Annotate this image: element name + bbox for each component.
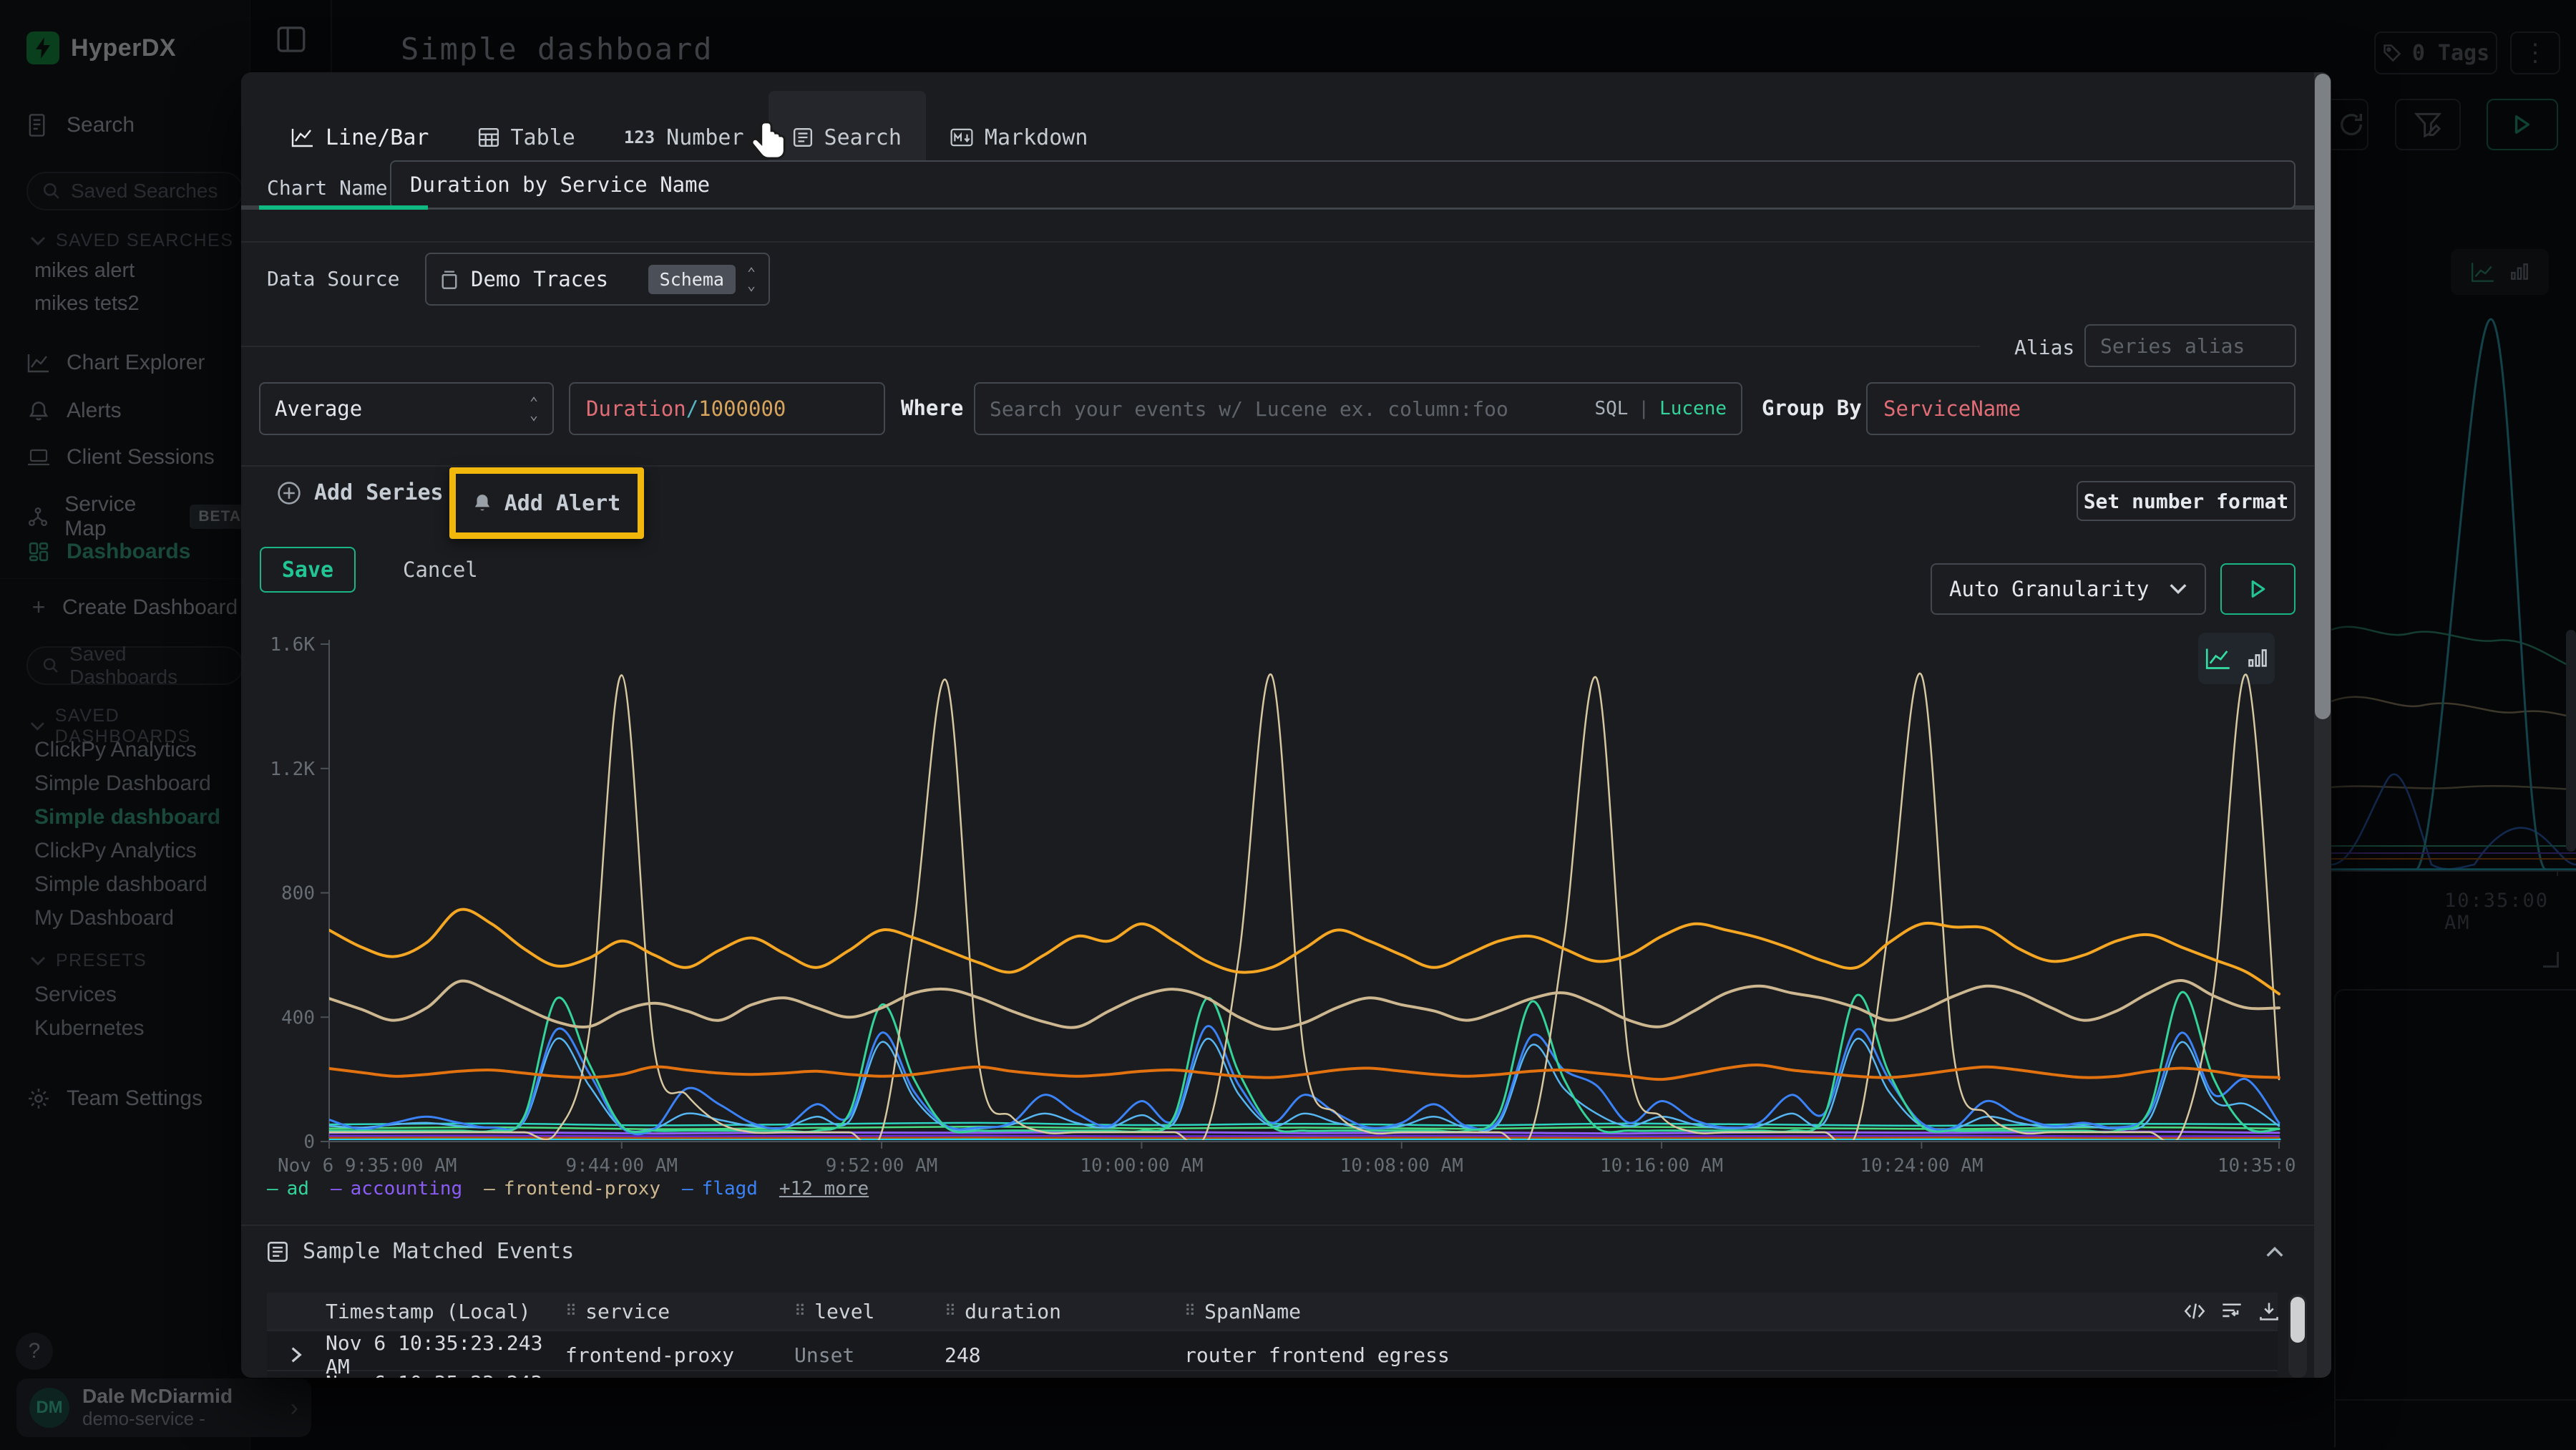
chevron-up-icon xyxy=(2265,1246,2284,1257)
column-header[interactable]: Timestamp (Local) xyxy=(326,1300,531,1323)
svg-text:800: 800 xyxy=(281,883,315,905)
legend-swatch: — xyxy=(267,1178,278,1200)
legend-more-button[interactable]: +12 more xyxy=(779,1178,869,1200)
legend-item[interactable]: —ad xyxy=(267,1178,309,1200)
events-table-rows: Nov 6 10:35:23.243 AMfrontend-proxyUnset… xyxy=(267,1330,2278,1378)
svg-text:10:16:00 AM: 10:16:00 AM xyxy=(1600,1155,1723,1177)
save-button[interactable]: Save xyxy=(260,547,356,593)
alias-divider xyxy=(241,346,1980,347)
legend-item[interactable]: —accounting xyxy=(331,1178,462,1200)
svg-text:10:35:00 AM: 10:35:00 AM xyxy=(2218,1155,2297,1177)
expand-row-icon[interactable] xyxy=(290,1346,303,1363)
legend-item[interactable]: —flagd xyxy=(682,1178,758,1200)
event-row[interactable]: Nov 6 10:35:23.243 AMfrontend-proxyUnset… xyxy=(267,1330,2278,1370)
schema-badge: Schema xyxy=(648,265,736,294)
database-icon xyxy=(439,268,459,290)
alias-label: Alias xyxy=(2014,336,2074,359)
svg-text:10:24:00 AM: 10:24:00 AM xyxy=(1860,1155,1983,1177)
svg-text:1.2K: 1.2K xyxy=(272,759,315,780)
cancel-button[interactable]: Cancel xyxy=(403,558,478,582)
column-header[interactable]: SpanName xyxy=(1204,1300,1301,1323)
event-row[interactable]: Nov 6 10:35:23.243 AMfrontend-proxyUnset… xyxy=(267,1370,2278,1378)
section-divider xyxy=(241,241,2331,243)
lucene-mode-button[interactable]: Lucene xyxy=(1659,398,1727,419)
list-icon xyxy=(267,1241,288,1262)
legend-item[interactable]: —frontend-proxy xyxy=(484,1178,660,1200)
events-table: Timestamp (Local) ⠿ service ⠿ level ⠿ duration… xyxy=(267,1293,2278,1378)
run-chart-button[interactable] xyxy=(2220,563,2296,615)
series-alias-input[interactable]: Series alias xyxy=(2084,324,2296,367)
edit-chart-modal: Line/Bar Table 123 Number Search Markdow… xyxy=(241,72,2331,1378)
svg-text:1.6K: 1.6K xyxy=(272,634,315,656)
circle-plus-icon xyxy=(277,481,301,505)
legend-swatch: — xyxy=(682,1178,693,1200)
chart-name-label: Chart Name xyxy=(267,176,388,200)
group-by-label: Group By xyxy=(1762,396,1862,420)
mouse-cursor xyxy=(750,120,791,165)
table-icon xyxy=(478,127,499,147)
where-label: Where xyxy=(901,396,963,420)
wrap-text-icon[interactable] xyxy=(2221,1300,2243,1322)
svg-text:10:00:00 AM: 10:00:00 AM xyxy=(1080,1155,1203,1177)
chart-legend: —ad —accounting —frontend-proxy —flagd +12 m… xyxy=(267,1178,869,1200)
svg-text:9:44:00 AM: 9:44:00 AM xyxy=(565,1155,678,1177)
column-header[interactable]: level xyxy=(814,1300,874,1323)
events-toolbar xyxy=(2184,1300,2280,1322)
aggregation-select[interactable]: Average ⌃⌄ xyxy=(259,382,554,435)
column-header[interactable]: duration xyxy=(965,1300,1061,1323)
chevron-down-icon xyxy=(2169,583,2187,595)
sample-events-header: Sample Matched Events xyxy=(267,1239,574,1264)
events-table-header: Timestamp (Local) ⠿ service ⠿ level ⠿ duration… xyxy=(267,1293,2278,1330)
svg-text:0: 0 xyxy=(303,1132,315,1153)
search-list-icon xyxy=(793,127,813,147)
column-drag-handle[interactable]: ⠿ xyxy=(1184,1303,1196,1320)
svg-text:400: 400 xyxy=(281,1007,315,1028)
chart-name-input[interactable]: Duration by Service Name xyxy=(390,160,2296,209)
column-drag-handle[interactable]: ⠿ xyxy=(565,1303,577,1320)
select-chevrons-icon: ⌃⌄ xyxy=(530,396,538,421)
column-drag-handle[interactable]: ⠿ xyxy=(794,1303,806,1320)
legend-swatch: — xyxy=(331,1178,342,1200)
markdown-icon xyxy=(950,128,973,147)
add-series-button[interactable]: Add Series xyxy=(277,480,444,505)
formula-text: Duration/1000000 xyxy=(586,396,786,421)
events-scrollbar-thumb[interactable] xyxy=(2290,1297,2305,1343)
group-by-value: ServiceName xyxy=(1883,396,2021,421)
data-source-select[interactable]: Demo Traces Schema ⌃⌄ xyxy=(425,253,770,306)
where-search-input[interactable]: Search your events w/ Lucene ex. column:… xyxy=(974,382,1742,435)
select-chevrons-icon: ⌃⌄ xyxy=(747,267,756,291)
code-icon[interactable] xyxy=(2184,1300,2205,1322)
svg-text:10:08:00 AM: 10:08:00 AM xyxy=(1340,1155,1463,1177)
group-by-input[interactable]: ServiceName xyxy=(1866,382,2296,435)
active-tab-indicator xyxy=(259,205,428,210)
play-icon xyxy=(2250,580,2267,598)
granularity-select[interactable]: Auto Granularity xyxy=(1931,563,2206,615)
timeseries-chart[interactable]: 0 400 800 1.2K 1.6K Nov 6 9:35:00 AM 9:44:00 A… xyxy=(272,634,2297,1185)
section-divider xyxy=(241,465,2331,467)
data-source-label: Data Source xyxy=(267,267,399,291)
collapse-events-button[interactable] xyxy=(2265,1246,2284,1257)
bell-icon xyxy=(473,493,492,513)
add-alert-button[interactable]: Add Alert xyxy=(473,491,621,516)
number-123-icon: 123 xyxy=(624,127,655,147)
add-alert-highlight: Add Alert xyxy=(449,467,644,539)
modal-scrollbar-thumb[interactable] xyxy=(2315,74,2331,719)
svg-text:Nov 6 9:35:00 AM: Nov 6 9:35:00 AM xyxy=(278,1155,457,1177)
legend-swatch: — xyxy=(484,1178,495,1200)
set-number-format-button[interactable]: Set number format xyxy=(2077,481,2296,521)
column-drag-handle[interactable]: ⠿ xyxy=(945,1303,956,1320)
field-formula-input[interactable]: Duration/1000000 xyxy=(569,382,885,435)
hyperdx-app: HyperDX Search Saved Searches SAVED SEAR… xyxy=(0,0,2576,1450)
column-header[interactable]: service xyxy=(585,1300,670,1323)
section-divider xyxy=(241,1225,2331,1226)
download-icon[interactable] xyxy=(2258,1300,2280,1322)
svg-text:9:52:00 AM: 9:52:00 AM xyxy=(826,1155,938,1177)
sql-mode-button[interactable]: SQL xyxy=(1594,398,1628,419)
line-chart-icon xyxy=(291,127,314,147)
